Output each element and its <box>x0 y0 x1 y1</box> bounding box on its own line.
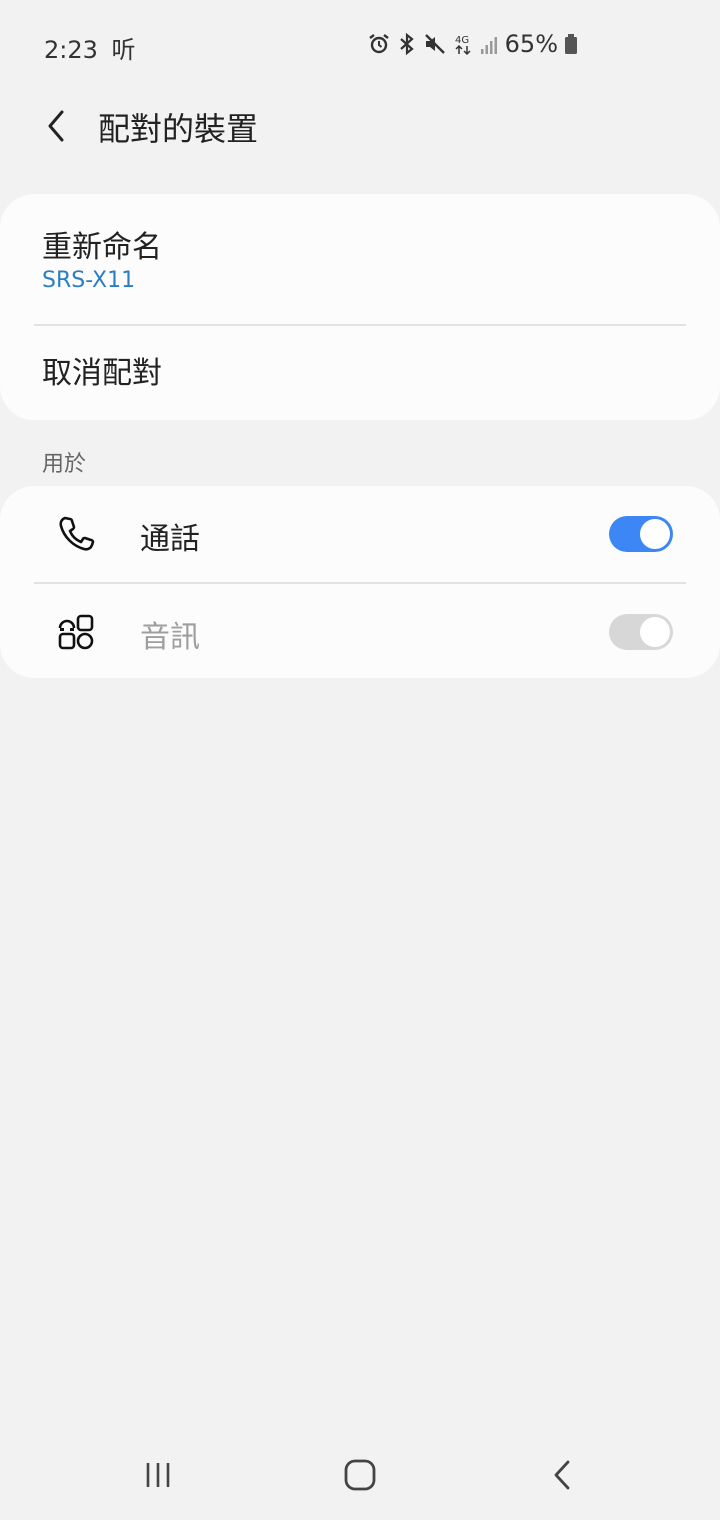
rename-row[interactable]: 重新命名 SRS-X11 <box>0 194 720 324</box>
unpair-label: 取消配對 <box>42 356 162 391</box>
bluetooth-icon <box>397 32 417 56</box>
home-button[interactable] <box>330 1450 390 1500</box>
status-bar: 2:23 听 4G 65% <box>0 0 720 90</box>
recents-icon <box>146 1463 170 1487</box>
device-name: SRS-X11 <box>42 268 136 293</box>
status-time: 2:23 听 <box>44 30 136 65</box>
app-bar: 配對的裝置 <box>0 90 720 170</box>
device-options-card: 重新命名 SRS-X11 取消配對 <box>0 194 720 420</box>
unpair-row[interactable]: 取消配對 <box>0 326 720 420</box>
recents-button[interactable] <box>128 1450 188 1500</box>
4g-icon: 4G <box>453 32 473 56</box>
page-title: 配對的裝置 <box>98 110 259 148</box>
nav-back-button[interactable] <box>532 1450 592 1500</box>
usage-item-label: 通話 <box>140 522 200 557</box>
usage-section-header: 用於 <box>42 452 87 477</box>
clock-text: 2:23 <box>44 36 98 64</box>
alarm-icon <box>367 32 391 56</box>
audio-apps-icon <box>56 612 96 652</box>
usage-card: 通話 音訊 <box>0 486 720 678</box>
usage-item-label: 音訊 <box>140 620 200 655</box>
usage-item-audio[interactable]: 音訊 <box>0 584 720 678</box>
toggle-knob <box>638 517 672 551</box>
rename-label: 重新命名 <box>42 230 162 265</box>
listen-glyph-icon: 听 <box>111 36 136 64</box>
back-button[interactable] <box>34 104 78 148</box>
home-icon <box>344 1459 376 1491</box>
audio-toggle[interactable] <box>609 614 673 650</box>
toggle-knob <box>638 615 672 649</box>
battery-percent: 65% <box>504 30 558 58</box>
status-icons: 4G 65% <box>367 30 578 58</box>
phone-icon <box>56 514 96 554</box>
signal-icon <box>479 32 499 56</box>
svg-text:4G: 4G <box>455 35 469 46</box>
back-icon <box>554 1460 570 1490</box>
chevron-left-icon <box>48 110 64 142</box>
battery-icon <box>564 32 578 56</box>
usage-item-call[interactable]: 通話 <box>0 486 720 582</box>
call-toggle[interactable] <box>609 516 673 552</box>
navigation-bar <box>0 1430 720 1520</box>
mute-icon <box>423 32 447 56</box>
